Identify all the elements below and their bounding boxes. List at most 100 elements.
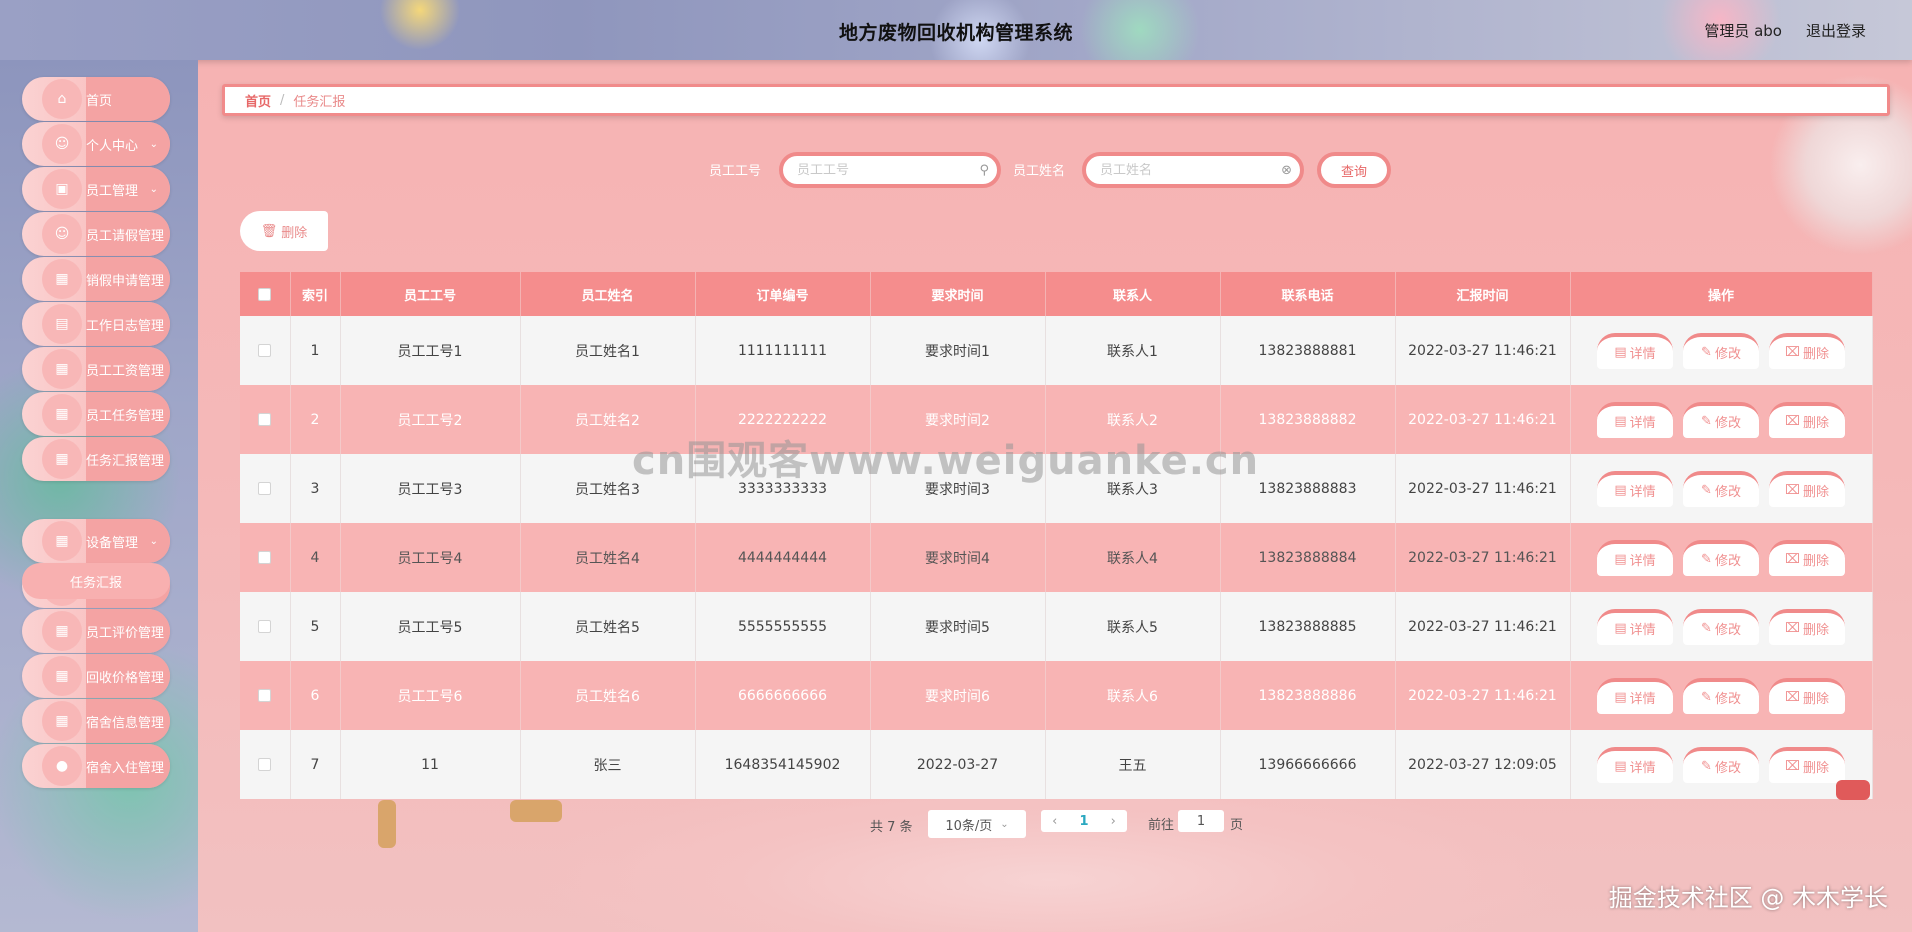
batch-delete-button[interactable]: 🗑 删除 [240, 211, 328, 251]
delete-button[interactable]: ⌧ 删除 [1769, 332, 1845, 369]
watermark: cn围观客www.weiguanke.cn [632, 438, 1260, 484]
cell-report-time: 2022-03-27 11:46:21 [1395, 385, 1571, 454]
table-row[interactable]: 4 员工工号4 员工姓名4 4444444444 要求时间4 联系人4 1382388888… [240, 523, 1873, 592]
row-select-cell [240, 661, 291, 730]
row-checkbox[interactable] [258, 551, 272, 564]
trash-icon: ⌧ [1785, 552, 1800, 567]
column-header: 订单编号 [695, 272, 871, 316]
cell-req-time: 要求时间5 [870, 592, 1046, 661]
sidebar-item[interactable]: ▤ 工作日志管理 [22, 302, 170, 346]
cell-order-no: 1648354145902 [695, 730, 871, 799]
sidebar-item[interactable]: ● 宿舍入住管理 [22, 744, 170, 788]
row-checkbox[interactable] [258, 413, 272, 426]
home-icon: ⌂ [42, 79, 82, 119]
delete-button[interactable]: ⌧ 删除 [1769, 608, 1845, 645]
sidebar-item[interactable]: ▦ 回收价格管理 [22, 654, 170, 698]
sidebar-item[interactable]: ▦ 员工任务管理 [22, 392, 170, 436]
detail-button[interactable]: ▤ 详情 [1597, 470, 1673, 507]
sidebar-subitem[interactable]: 任务汇报 [22, 563, 170, 599]
cell-report-time: 2022-03-27 11:46:21 [1395, 592, 1571, 661]
sidebar-item[interactable]: ▦ 设备管理 ⌄ [22, 519, 170, 563]
action-label: 删除 [1802, 692, 1829, 707]
goto-label: 前往 [1148, 818, 1175, 833]
cell-emp-name: 员工姓名4 [520, 523, 696, 592]
column-header: 员工工号 [340, 272, 521, 316]
cell-report-time: 2022-03-27 11:46:21 [1395, 454, 1571, 523]
cell-index: 4 [290, 523, 341, 592]
emp-name-field[interactable]: ⊗ [1082, 152, 1304, 188]
page-size-select[interactable]: 10条/页 ⌄ [928, 810, 1026, 838]
cell-phone: 13823888885 [1220, 592, 1396, 661]
column-header: 联系人 [1045, 272, 1221, 316]
user-area: 管理员 abo 退出登录 [1704, 20, 1866, 41]
chevron-down-icon: ⌄ [149, 535, 158, 547]
sidebar-item[interactable]: ▦ 员工评价管理 [22, 609, 170, 653]
emp-name-label: 员工姓名 [1013, 164, 1066, 179]
chevron-down-icon: ⌄ [149, 138, 158, 150]
emp-no-input[interactable] [797, 162, 967, 178]
user-icon: ☺ [42, 214, 82, 254]
sidebar-item[interactable]: ▦ 任务汇报管理 [22, 437, 170, 481]
detail-button[interactable]: ▤ 详情 [1597, 401, 1673, 438]
delete-button[interactable]: ⌧ 删除 [1769, 401, 1845, 438]
edit-button[interactable]: ✎ 修改 [1683, 608, 1759, 645]
delete-button[interactable]: ⌧ 删除 [1769, 677, 1845, 714]
row-checkbox[interactable] [258, 758, 272, 771]
cell-report-time: 2022-03-27 11:46:21 [1395, 661, 1571, 730]
row-checkbox[interactable] [258, 620, 272, 633]
row-checkbox[interactable] [258, 344, 272, 357]
emp-no-field[interactable]: ⚲ [779, 152, 1001, 188]
grid-icon: ▦ [42, 611, 82, 651]
delete-button[interactable]: ⌧ 删除 [1769, 470, 1845, 507]
edit-button[interactable]: ✎ 修改 [1683, 746, 1759, 783]
edit-button[interactable]: ✎ 修改 [1683, 470, 1759, 507]
sidebar-item[interactable]: ▦ 销假申请管理 [22, 257, 170, 301]
delete-button[interactable]: ⌧ 删除 [1769, 746, 1845, 783]
column-header: 索引 [290, 272, 341, 316]
cell-index: 6 [290, 661, 341, 730]
sidebar-item[interactable]: ▦ 宿舍信息管理 [22, 699, 170, 743]
breadcrumb-home[interactable]: 首页 [245, 91, 271, 110]
delete-button[interactable]: ⌧ 删除 [1769, 539, 1845, 576]
clear-icon: ⊗ [1281, 163, 1292, 178]
cell-order-no: 6666666666 [695, 661, 871, 730]
edit-button[interactable]: ✎ 修改 [1683, 401, 1759, 438]
table-row[interactable]: 1 员工工号1 员工姓名1 1111111111 要求时间1 联系人1 1382388888… [240, 316, 1873, 385]
cell-req-time: 2022-03-27 [870, 730, 1046, 799]
table-row[interactable]: 6 员工工号6 员工姓名6 6666666666 要求时间6 联系人6 1382388888… [240, 661, 1873, 730]
sidebar-item[interactable]: ⌂ 首页 [22, 77, 170, 121]
edit-button[interactable]: ✎ 修改 [1683, 677, 1759, 714]
sidebar: ⌂ 首页 ☺ 个人中心 ⌄ ▣ 员工管理 ⌄ ☺ 员工请假管理 ▦ 销假申请管理 ▤ 工作日志管理 ▦ 员工工… [0, 60, 198, 932]
action-label: 删除 [1802, 416, 1829, 431]
logout-link[interactable]: 退出登录 [1806, 20, 1866, 41]
goto-page-input[interactable]: 1 [1178, 810, 1224, 832]
current-page[interactable]: 1 [1079, 814, 1088, 829]
row-select-cell [240, 592, 291, 661]
row-checkbox[interactable] [258, 482, 272, 495]
trash-icon: ⌧ [1785, 621, 1800, 636]
cell-report-time: 2022-03-27 12:09:05 [1395, 730, 1571, 799]
cell-contact: 联系人5 [1045, 592, 1221, 661]
detail-button[interactable]: ▤ 详情 [1597, 539, 1673, 576]
prev-page-icon[interactable]: ‹ [1052, 814, 1057, 829]
edit-button[interactable]: ✎ 修改 [1683, 539, 1759, 576]
trash-icon: ⌧ [1785, 483, 1800, 498]
decoration [510, 800, 562, 822]
emp-name-input[interactable] [1100, 162, 1270, 178]
sidebar-item[interactable]: ▦ 员工工资管理 [22, 347, 170, 391]
detail-button[interactable]: ▤ 详情 [1597, 746, 1673, 783]
table-row[interactable]: 7 11 张三 1648354145902 2022-03-27 王五 1396666666… [240, 730, 1873, 799]
detail-button[interactable]: ▤ 详情 [1597, 608, 1673, 645]
next-page-icon[interactable]: › [1111, 814, 1116, 829]
table-row[interactable]: 5 员工工号5 员工姓名5 5555555555 要求时间5 联系人5 1382388888… [240, 592, 1873, 661]
query-button[interactable]: 查询 [1317, 152, 1391, 188]
detail-button[interactable]: ▤ 详情 [1597, 677, 1673, 714]
detail-button[interactable]: ▤ 详情 [1597, 332, 1673, 369]
row-actions: ▤ 详情 ✎ 修改 ⌧ 删除 [1570, 385, 1873, 454]
select-all-checkbox[interactable] [258, 287, 272, 301]
edit-button[interactable]: ✎ 修改 [1683, 332, 1759, 369]
row-checkbox[interactable] [258, 689, 272, 702]
grid-icon: ▦ [42, 701, 82, 741]
action-label: 修改 [1714, 416, 1741, 431]
sidebar-item[interactable]: ☺ 员工请假管理 [22, 212, 170, 256]
